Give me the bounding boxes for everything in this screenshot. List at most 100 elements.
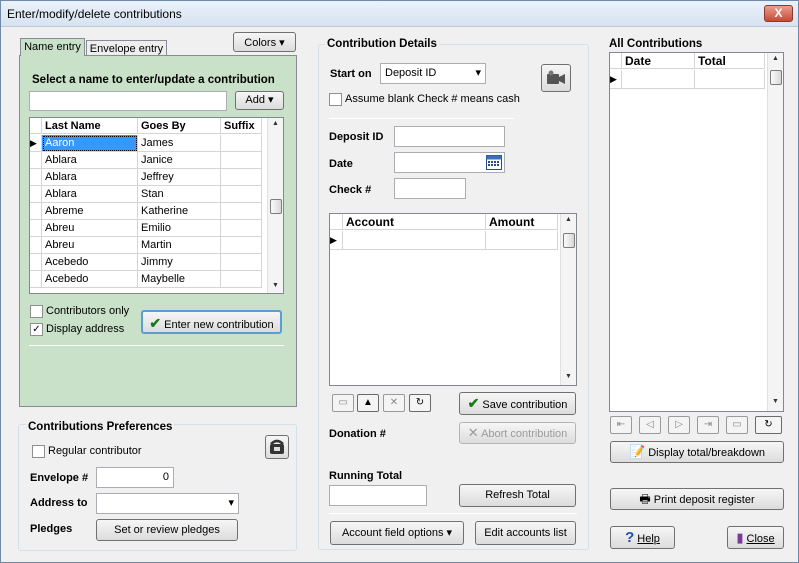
calendar-icon[interactable] — [486, 155, 502, 173]
goes-by-cell[interactable]: Katherine — [138, 203, 221, 220]
table-row[interactable]: Abreu Emilio — [30, 220, 262, 237]
nav-first-icon[interactable]: ⇤ — [610, 416, 632, 434]
print-deposit-register-button[interactable]: 🖶 Print deposit register — [610, 488, 784, 510]
accounts-scrollbar[interactable]: ▲ ▼ — [560, 214, 576, 385]
refresh-icon[interactable]: ↻ — [755, 416, 782, 434]
suffix-cell[interactable] — [221, 254, 262, 271]
table-row[interactable]: Acebedo Jimmy — [30, 254, 262, 271]
amount-cell[interactable] — [486, 231, 558, 250]
date-cell[interactable] — [622, 70, 695, 89]
nav-prev-icon[interactable]: ◁ — [639, 416, 661, 434]
deposit-id-input[interactable] — [394, 126, 505, 147]
nav-blank-icon[interactable]: ▭ — [726, 416, 748, 434]
table-row[interactable]: Ablara Jeffrey — [30, 169, 262, 186]
all-contributions-scrollbar[interactable]: ▲ ▼ — [767, 53, 783, 411]
nav-first-icon[interactable]: ▭ — [332, 394, 354, 412]
goes-by-cell[interactable]: Maybelle — [138, 271, 221, 288]
goes-by-cell[interactable]: Jeffrey — [138, 169, 221, 186]
address-to-select[interactable]: ▾ — [96, 493, 239, 514]
start-on-select[interactable]: Deposit ID ▾ — [380, 63, 486, 84]
all-contributions-grid[interactable]: Date Total ▶ ▲ ▼ — [609, 52, 784, 412]
accounts-grid[interactable]: Account Amount ▶ ▲ ▼ — [329, 213, 577, 386]
goes-by-cell[interactable]: James — [138, 135, 221, 152]
display-address-checkbox[interactable]: ✓ — [30, 323, 43, 336]
nav-last-icon[interactable]: ⇥ — [697, 416, 719, 434]
save-contribution-button[interactable]: ✔ Save contribution — [459, 392, 576, 415]
regular-contributor-checkbox[interactable] — [32, 445, 45, 458]
enter-new-contribution-button[interactable]: ✔ Enter new contribution — [141, 310, 282, 334]
set-review-pledges-button[interactable]: Set or review pledges — [96, 519, 238, 541]
names-scrollbar[interactable]: ▲ ▼ — [267, 118, 283, 293]
total-cell[interactable] — [695, 70, 765, 89]
goes-by-cell[interactable]: Stan — [138, 186, 221, 203]
scroll-down-icon[interactable]: ▼ — [772, 398, 779, 405]
envelope-input[interactable]: 0 — [96, 467, 174, 488]
last-name-cell[interactable]: Abreu — [42, 220, 138, 237]
names-grid[interactable]: Last Name Goes By Suffix ▶ Aaron James Abla… — [29, 117, 284, 294]
column-last-name[interactable]: Last Name — [42, 118, 138, 134]
column-account[interactable]: Account — [343, 214, 486, 230]
add-button[interactable]: Add ▾ — [235, 91, 284, 110]
delete-icon[interactable]: ✕ — [383, 394, 405, 412]
camera-icon[interactable] — [541, 64, 571, 92]
table-row[interactable]: ▶ — [330, 231, 558, 250]
column-total[interactable]: Total — [695, 53, 765, 69]
help-button[interactable]: ? Help — [610, 526, 675, 549]
column-amount[interactable]: Amount — [486, 214, 558, 230]
refresh-total-button[interactable]: Refresh Total — [459, 484, 576, 507]
colors-button[interactable]: Colors ▾ — [233, 32, 296, 52]
suffix-cell[interactable] — [221, 220, 262, 237]
scroll-up-icon[interactable]: ▲ — [565, 216, 572, 223]
nav-next-icon[interactable]: ▷ — [668, 416, 690, 434]
account-field-options-button[interactable]: Account field options ▾ — [330, 521, 464, 545]
last-name-cell[interactable]: Ablara — [42, 152, 138, 169]
table-row[interactable]: Abreme Katherine — [30, 203, 262, 220]
goes-by-cell[interactable]: Martin — [138, 237, 221, 254]
goes-by-cell[interactable]: Janice — [138, 152, 221, 169]
goes-by-cell[interactable]: Emilio — [138, 220, 221, 237]
scroll-thumb[interactable] — [270, 199, 282, 214]
scroll-thumb[interactable] — [770, 70, 782, 85]
last-name-cell[interactable]: Acebedo — [42, 271, 138, 288]
last-name-cell[interactable]: Abreme — [42, 203, 138, 220]
scroll-thumb[interactable] — [563, 233, 575, 248]
suffix-cell[interactable] — [221, 237, 262, 254]
last-name-cell[interactable]: Ablara — [42, 186, 138, 203]
last-name-cell[interactable]: Ablara — [42, 169, 138, 186]
last-name-cell[interactable]: Aaron — [42, 135, 138, 152]
table-row[interactable]: Ablara Janice — [30, 152, 262, 169]
abort-contribution-button[interactable]: ✕ Abort contribution — [459, 422, 576, 444]
table-row[interactable]: ▶ Aaron James — [30, 135, 262, 152]
last-name-cell[interactable]: Abreu — [42, 237, 138, 254]
suffix-cell[interactable] — [221, 271, 262, 288]
tab-envelope-entry[interactable]: Envelope entry — [86, 40, 167, 56]
table-row[interactable]: Abreu Martin — [30, 237, 262, 254]
tab-name-entry[interactable]: Name entry — [20, 38, 85, 56]
column-date[interactable]: Date — [622, 53, 695, 69]
table-row[interactable]: Acebedo Maybelle — [30, 271, 262, 288]
window-close-button[interactable]: X — [764, 5, 793, 22]
suffix-cell[interactable] — [221, 186, 262, 203]
scroll-down-icon[interactable]: ▼ — [272, 282, 279, 289]
edit-accounts-list-button[interactable]: Edit accounts list — [475, 521, 576, 545]
suffix-cell[interactable] — [221, 152, 262, 169]
table-row[interactable]: Ablara Stan — [30, 186, 262, 203]
close-button[interactable]: ▮ Close — [727, 526, 784, 549]
assume-blank-checkbox[interactable] — [329, 93, 342, 106]
suffix-cell[interactable] — [221, 169, 262, 186]
contributors-only-checkbox[interactable] — [30, 305, 43, 318]
suffix-cell[interactable] — [221, 203, 262, 220]
suffix-cell[interactable] — [221, 135, 262, 152]
display-total-breakdown-button[interactable]: 📝 Display total/breakdown — [610, 441, 784, 463]
column-goes-by[interactable]: Goes By — [138, 118, 221, 134]
account-cell[interactable] — [343, 231, 486, 250]
last-name-cell[interactable]: Acebedo — [42, 254, 138, 271]
nav-up-icon[interactable]: ▲ — [357, 394, 379, 412]
check-number-input[interactable] — [394, 178, 466, 199]
scroll-up-icon[interactable]: ▲ — [272, 120, 279, 127]
phone-icon[interactable] — [265, 435, 289, 459]
scroll-down-icon[interactable]: ▼ — [565, 373, 572, 380]
table-row[interactable]: ▶ — [610, 70, 765, 89]
name-search-input[interactable] — [29, 91, 227, 111]
column-suffix[interactable]: Suffix — [221, 118, 262, 134]
